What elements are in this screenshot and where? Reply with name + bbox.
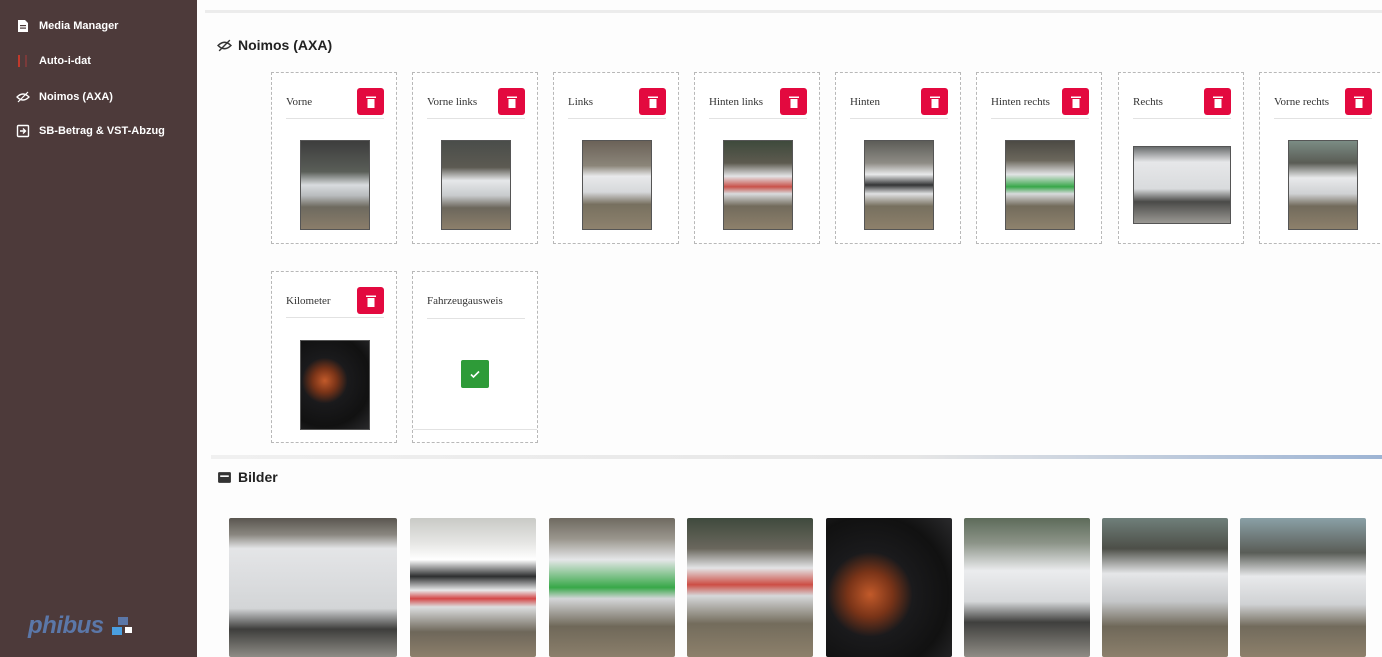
trash-icon <box>365 96 376 108</box>
delete-button[interactable] <box>357 287 384 314</box>
delete-button[interactable] <box>1345 88 1372 115</box>
delete-button[interactable] <box>498 88 525 115</box>
delete-button[interactable] <box>639 88 666 115</box>
red-bar-icon <box>18 55 27 67</box>
bilder-section-title: Bilder <box>217 469 278 485</box>
trash-icon <box>506 96 517 108</box>
gallery-photo[interactable] <box>964 518 1090 657</box>
trash-icon <box>1212 96 1223 108</box>
vehicle-photo-thumbnail[interactable] <box>723 140 793 230</box>
card-label: Links <box>568 95 594 108</box>
gallery-photo[interactable] <box>229 518 397 657</box>
vehicle-photo-thumbnail[interactable] <box>1288 140 1358 230</box>
delete-button[interactable] <box>357 88 384 115</box>
photo-card-vorne: Vorne <box>271 72 397 244</box>
noimos-title: Noimos (AXA) <box>238 37 333 53</box>
vehicle-photo-thumbnail[interactable] <box>582 140 652 230</box>
card-label: Fahrzeugausweis <box>427 295 503 307</box>
sidebar-item-label: Auto-i-dat <box>39 55 91 67</box>
trash-icon <box>929 96 940 108</box>
main-content: Noimos (AXA) Vorne Vorne links Links Hin… <box>197 0 1382 657</box>
gallery-photo[interactable] <box>687 518 813 657</box>
photo-card-hinten-links: Hinten links <box>694 72 820 244</box>
delete-button[interactable] <box>1062 88 1089 115</box>
sidebar-item-label: SB-Betrag & VST-Abzug <box>39 125 165 137</box>
card-label: Rechts <box>1133 95 1163 108</box>
phibus-logo: phibus <box>22 612 136 640</box>
trash-icon <box>788 96 799 108</box>
logo-text: phibus <box>28 612 104 639</box>
trash-icon <box>647 96 658 108</box>
trash-icon <box>1353 96 1364 108</box>
trash-icon <box>1070 96 1081 108</box>
vehicle-photo-thumbnail[interactable] <box>300 140 370 230</box>
card-label: Hinten rechts <box>991 95 1050 108</box>
photo-card-rechts: Rechts <box>1118 72 1244 244</box>
card-label: Kilometer <box>286 294 331 307</box>
photo-card-links: Links <box>553 72 679 244</box>
sign-in-icon <box>16 124 30 138</box>
vehicle-photo-thumbnail[interactable] <box>1005 140 1075 230</box>
top-divider <box>205 10 1382 13</box>
photo-card-vorne-rechts: Vorne rechts <box>1259 72 1382 244</box>
photo-card-hinten-rechts: Hinten rechts <box>976 72 1102 244</box>
checkmark-button[interactable] <box>461 360 489 388</box>
check-icon <box>470 370 480 379</box>
gallery-photo[interactable] <box>1102 518 1228 657</box>
delete-button[interactable] <box>780 88 807 115</box>
sidebar-item-label: Media Manager <box>39 20 119 32</box>
card-label: Hinten <box>850 95 880 108</box>
card-label: Vorne rechts <box>1274 95 1330 108</box>
sidebar-item-auto-i-dat[interactable]: Auto-i-dat <box>16 54 91 68</box>
card-label: Hinten links <box>709 95 764 108</box>
photo-card-fahrzeugausweis: Fahrzeugausweis <box>412 271 538 443</box>
gallery-photo[interactable] <box>410 518 536 657</box>
sidebar: Media Manager Auto-i-dat Noimos (AXA) SB… <box>0 0 197 657</box>
gallery-photo[interactable] <box>1240 518 1366 657</box>
logo-mark-icon <box>110 615 136 637</box>
image-icon <box>218 471 231 483</box>
document-icon <box>18 20 28 32</box>
delete-button[interactable] <box>921 88 948 115</box>
sidebar-item-noimos[interactable]: Noimos (AXA) <box>16 90 113 104</box>
noimos-section-title: Noimos (AXA) <box>217 37 332 53</box>
vehicle-photo-thumbnail[interactable] <box>864 140 934 230</box>
trash-icon <box>365 295 376 307</box>
vehicle-photo-thumbnail[interactable] <box>441 140 511 230</box>
card-label: Vorne links <box>427 95 478 108</box>
photo-card-vorne-links: Vorne links <box>412 72 538 244</box>
vehicle-photo-thumbnail[interactable] <box>1133 146 1231 224</box>
delete-button[interactable] <box>1204 88 1231 115</box>
gallery-photo[interactable] <box>549 518 675 657</box>
odometer-photo-thumbnail[interactable] <box>300 340 370 430</box>
card-label: Vorne <box>286 95 313 108</box>
sidebar-item-sb-betrag[interactable]: SB-Betrag & VST-Abzug <box>16 124 165 138</box>
eye-icon <box>217 39 232 51</box>
sidebar-item-label: Noimos (AXA) <box>39 91 113 103</box>
gallery-photo[interactable] <box>826 518 952 657</box>
photo-card-hinten: Hinten <box>835 72 961 244</box>
card-footer-line <box>413 429 537 430</box>
bilder-title: Bilder <box>238 469 278 485</box>
section-divider <box>211 455 1382 459</box>
photo-card-kilometer: Kilometer <box>271 271 397 443</box>
eye-icon <box>16 91 30 103</box>
sidebar-item-media-manager[interactable]: Media Manager <box>16 19 118 33</box>
